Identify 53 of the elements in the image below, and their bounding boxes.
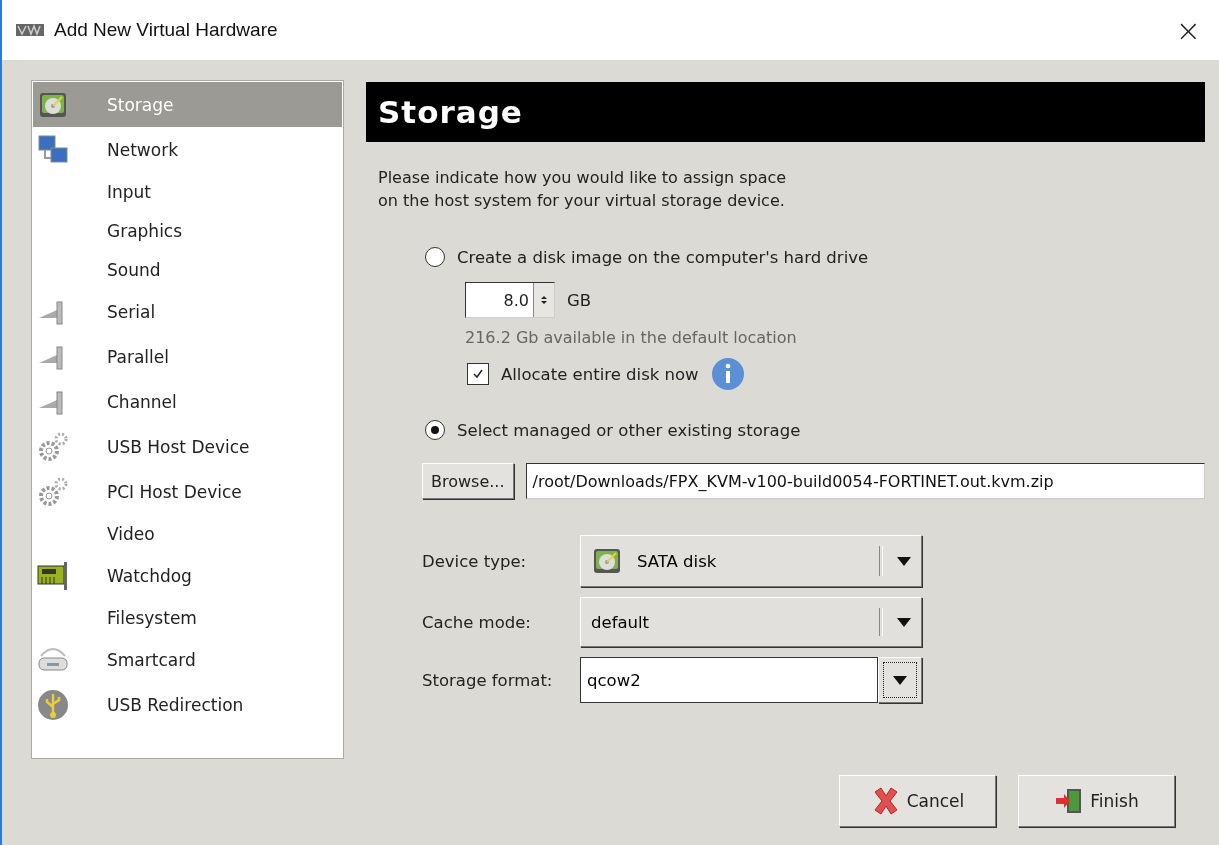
path-field[interactable]: /root/Downloads/FPX_KVM-v100-build0054-FORTINET.out.kvm.zip (525, 463, 1205, 499)
finish-button[interactable]: Finish (1018, 775, 1175, 827)
expansion-card-icon (37, 559, 69, 592)
page-heading: Storage (366, 82, 1205, 142)
checkmark-icon (472, 368, 484, 380)
dropdown-button[interactable] (878, 657, 922, 703)
hardware-list-item[interactable]: Input (33, 172, 342, 211)
hardware-list-item[interactable]: Parallel (33, 334, 342, 379)
description-text: Please indicate how you would like to assign space (378, 167, 788, 189)
unit-label: GB (567, 290, 592, 310)
close-button[interactable]: × (1169, 12, 1207, 48)
field-label: Cache mode: (422, 612, 532, 632)
hardware-list-item[interactable]: Network (33, 127, 342, 172)
dropdown-arrow-icon (897, 556, 911, 566)
hardware-list-item[interactable]: USB Host Device (33, 424, 342, 469)
allocate-checkbox[interactable]: Allocate entire disk now (467, 363, 699, 385)
window-title: Add New Virtual Hardware (54, 19, 278, 41)
hardware-list-item[interactable]: Sound (33, 250, 342, 289)
cancel-button[interactable]: Cancel (839, 775, 996, 827)
format-field[interactable]: qcow2 (580, 657, 878, 703)
hardware-list-item[interactable]: Video (33, 514, 342, 553)
usb-icon (37, 688, 69, 721)
field-label: Device type: (422, 551, 528, 571)
network-icon (37, 133, 69, 166)
radio-button[interactable] (425, 420, 445, 440)
hardware-list-item[interactable]: Channel (33, 379, 342, 424)
spin-arrows-icon[interactable] (539, 294, 549, 306)
info-icon (710, 357, 745, 391)
hardware-list-item[interactable]: Smartcard (33, 637, 342, 682)
hardware-list-item[interactable]: Watchdog (33, 553, 342, 598)
radio-option[interactable]: Select managed or other existing storage (425, 413, 1205, 447)
hardware-list-item[interactable]: PCI Host Device (33, 469, 342, 514)
hardware-list-item[interactable]: USB Redirection (33, 682, 342, 727)
size-spinbox[interactable]: 8.0 (465, 282, 555, 318)
radio-button[interactable] (425, 247, 445, 267)
hardware-list-item[interactable]: Filesystem (33, 598, 342, 637)
hardware-list-item[interactable]: Graphics (33, 211, 342, 250)
divider-line (879, 546, 883, 576)
gears-icon (37, 430, 69, 463)
field-label: Storage format: (422, 670, 554, 690)
divider-line (879, 607, 883, 637)
checkbox[interactable] (467, 363, 489, 385)
hardware-list-item[interactable]: Serial (33, 289, 342, 334)
app-icon (16, 24, 44, 36)
radio-option[interactable]: Create a disk image on the computer's hard drive (425, 240, 1205, 274)
available-space-text: 216.2 Gb available in the default location (465, 328, 798, 347)
browse-button[interactable]: Browse... (422, 463, 514, 499)
gears-icon (37, 475, 69, 508)
dropdown-arrow-icon (897, 617, 911, 627)
dropdown-arrow-icon (893, 675, 907, 685)
description-text: on the host system for your virtual storage device. (378, 190, 786, 212)
dropdown[interactable]: SATA disk (580, 535, 922, 587)
dropdown[interactable]: default (580, 597, 922, 647)
